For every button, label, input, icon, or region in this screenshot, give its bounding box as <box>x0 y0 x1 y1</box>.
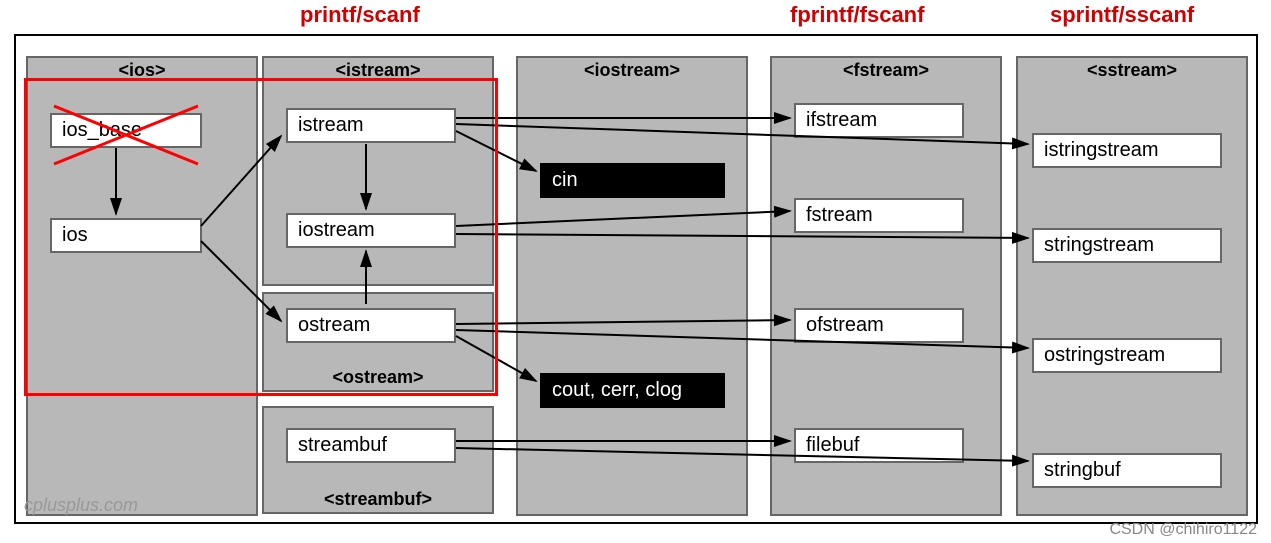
node-ostringstream: ostringstream <box>1032 338 1222 373</box>
column-iostream-header: <iostream> <box>518 58 746 83</box>
label-printf: printf/scanf <box>300 2 420 28</box>
node-ios-base: ios_base <box>50 113 202 148</box>
node-cout: cout, cerr, clog <box>540 373 725 408</box>
node-filebuf: filebuf <box>794 428 964 463</box>
watermark-cplusplus: cplusplus.com <box>24 495 138 516</box>
column-istream-header: <istream> <box>264 58 492 83</box>
node-ofstream: ofstream <box>794 308 964 343</box>
diagram-frame: <ios> ios_base ios <istream> istream ios… <box>14 34 1258 524</box>
node-stringbuf: stringbuf <box>1032 453 1222 488</box>
node-streambuf: streambuf <box>286 428 456 463</box>
node-ios: ios <box>50 218 202 253</box>
column-ostream-header: <ostream> <box>264 367 492 388</box>
node-istringstream: istringstream <box>1032 133 1222 168</box>
column-fstream-header: <fstream> <box>772 58 1000 83</box>
column-ostream: ostream <ostream> <box>262 292 494 392</box>
column-sstream: <sstream> istringstream stringstream ost… <box>1016 56 1248 516</box>
column-streambuf-header: <streambuf> <box>264 489 492 510</box>
node-ifstream: ifstream <box>794 103 964 138</box>
node-iostream: iostream <box>286 213 456 248</box>
label-fprintf: fprintf/fscanf <box>790 2 924 28</box>
column-ios-header: <ios> <box>28 58 256 83</box>
column-istream: <istream> istream iostream <box>262 56 494 286</box>
column-iostream: <iostream> cin cout, cerr, clog <box>516 56 748 516</box>
node-ostream: ostream <box>286 308 456 343</box>
label-sprintf: sprintf/sscanf <box>1050 2 1194 28</box>
node-fstream: fstream <box>794 198 964 233</box>
node-cin: cin <box>540 163 725 198</box>
watermark-csdn: CSDN @chihiro1122 <box>1109 521 1257 539</box>
column-streambuf: streambuf <streambuf> <box>262 406 494 514</box>
top-labels-row: printf/scanf fprintf/fscanf sprintf/ssca… <box>0 0 1271 30</box>
node-stringstream: stringstream <box>1032 228 1222 263</box>
node-istream: istream <box>286 108 456 143</box>
column-sstream-header: <sstream> <box>1018 58 1246 83</box>
column-ios: <ios> ios_base ios <box>26 56 258 516</box>
column-fstream: <fstream> ifstream fstream ofstream file… <box>770 56 1002 516</box>
